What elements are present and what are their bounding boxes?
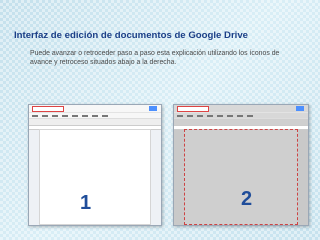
docs-toolbar [174, 118, 308, 126]
document-page: 1 [39, 129, 151, 225]
step-number: 2 [241, 188, 253, 210]
screenshot-1: 1 [28, 104, 162, 226]
docs-header [29, 105, 161, 113]
docs-toolbar [29, 118, 161, 126]
slide-description: Puede avanzar o retroceder paso a paso e… [30, 50, 280, 66]
step-number: 1 [80, 192, 92, 214]
share-button [296, 106, 304, 111]
doc-title-box [32, 106, 64, 112]
slide-title: Interfaz de edición de documentos de Goo… [14, 30, 249, 41]
screenshot-2: 2 [173, 104, 309, 226]
document-page: 2 [184, 129, 298, 225]
docs-header [174, 105, 308, 113]
doc-title-box [177, 106, 209, 112]
share-button [149, 106, 157, 111]
